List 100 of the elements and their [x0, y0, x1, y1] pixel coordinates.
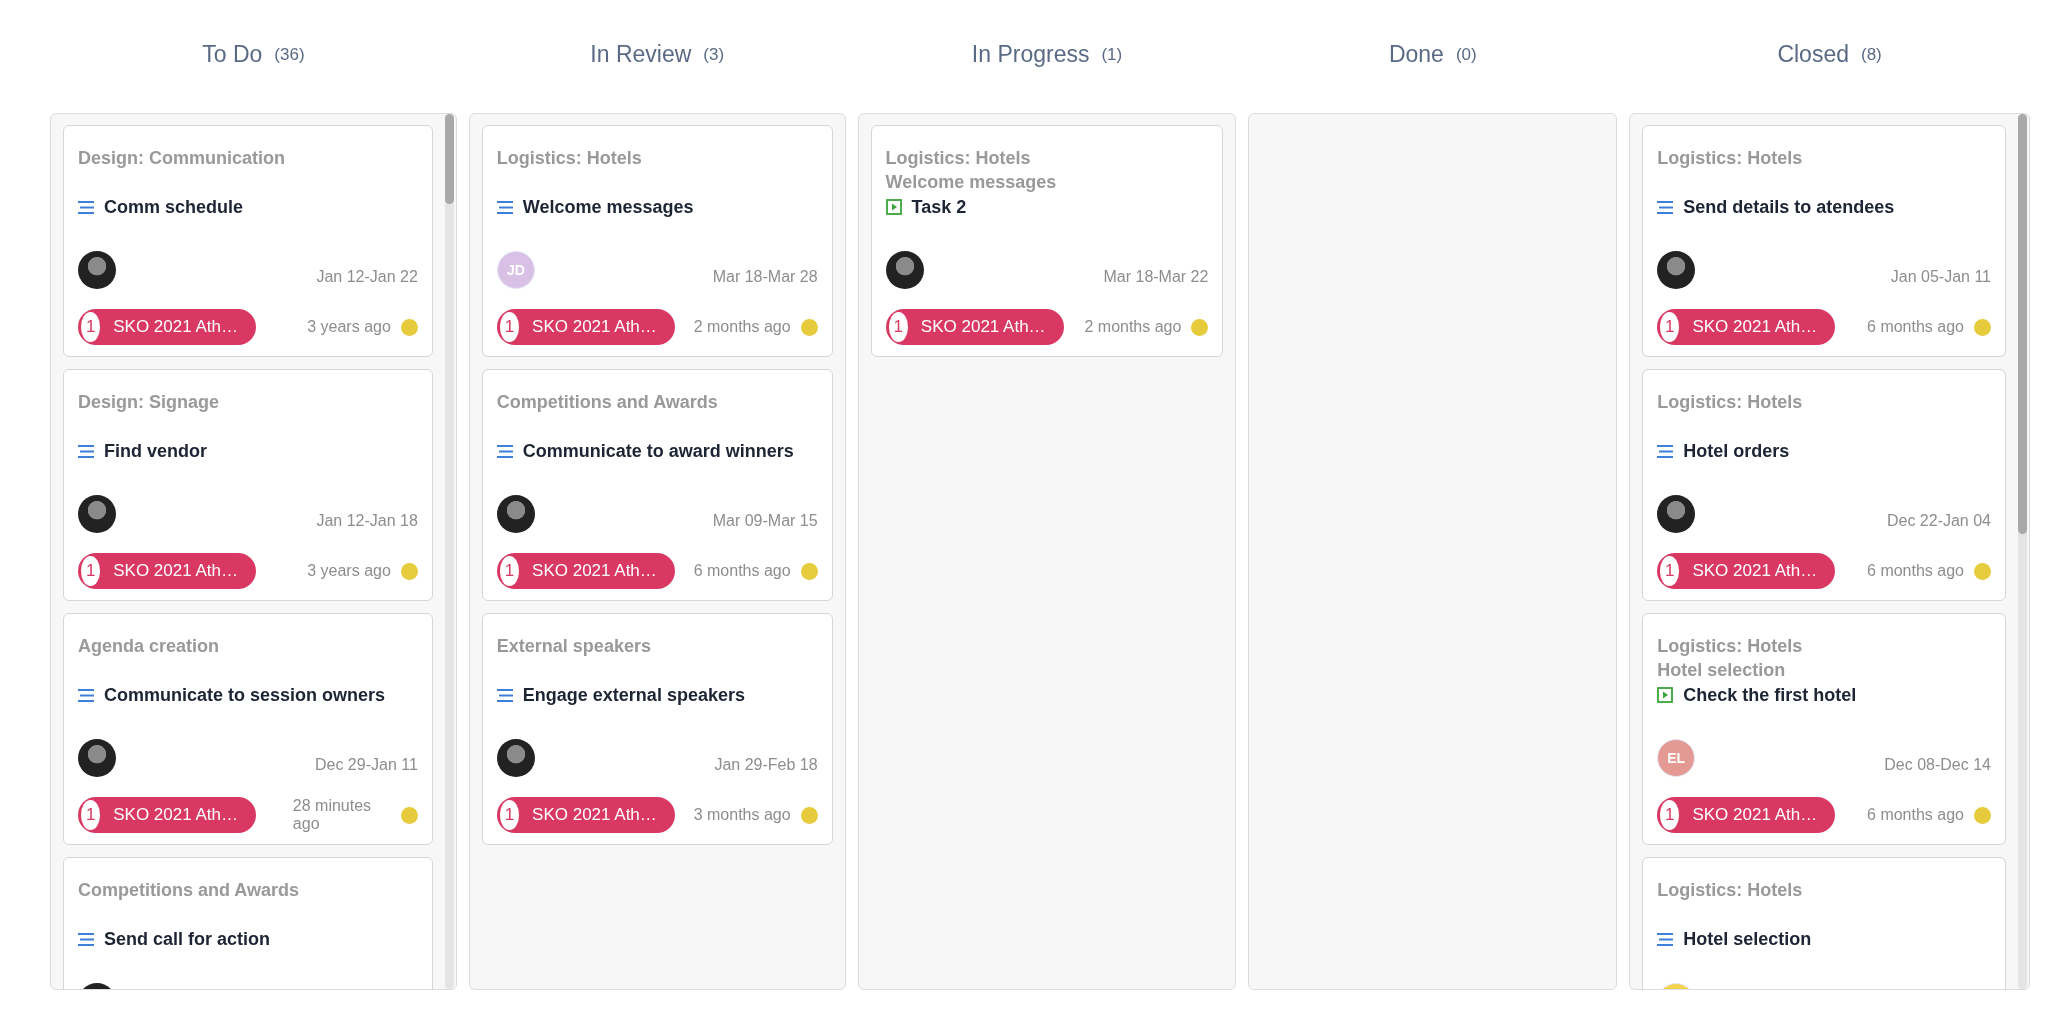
project-tag[interactable]: 1 SKO 2021 Ath… — [1657, 553, 1836, 589]
date-range: Dec 29-Jan 11 — [314, 756, 418, 775]
project-tag[interactable]: 1 SKO 2021 Ath… — [1657, 309, 1836, 345]
task-title: Check the first hotel — [1683, 684, 1857, 706]
column-count: (36) — [274, 44, 305, 65]
status-dot — [800, 318, 818, 336]
project-tag[interactable]: 1 SKO 2021 Ath… — [1657, 797, 1836, 833]
date-range: Mar 18-Mar 28 — [712, 268, 818, 287]
task-card[interactable]: Competitions and Awards Communicate to award winners Mar 09-Mar 15 1 SKO 2021 Ath… 6 months ago — [481, 369, 833, 601]
group-label: Competitions and Awards — [78, 879, 301, 902]
list-icon — [78, 444, 94, 458]
task-card[interactable]: Design: Communication Comm schedule Jan 12-Jan 22 1 SKO 2021 Ath… 3 years ago — [63, 125, 433, 357]
column-count: (8) — [1861, 44, 1882, 65]
column-count: (1) — [1101, 44, 1123, 65]
date-range: Jan 12-Jan 22 — [316, 268, 418, 287]
project-tag[interactable]: 1 SKO 2021 Ath… — [496, 309, 675, 345]
task-card[interactable]: Logistics: Hotels Welcome messages Task 2 Mar 18-Mar 22 1 SKO 2021 Ath… 2 months ago — [870, 125, 1224, 357]
tag-count: 1 — [499, 556, 520, 586]
date-range: Mar 18-Mar 22 — [1103, 268, 1209, 287]
date-range: Jan 05-Jan 11 — [1890, 268, 1991, 287]
status-dot — [400, 806, 418, 824]
list-icon — [1657, 932, 1674, 946]
task-card[interactable]: Design: Signage Find vendor Jan 12-Jan 18 1 SKO 2021 Ath… 3 years ago — [63, 369, 433, 601]
status-dot — [800, 562, 818, 580]
tag-count: 1 — [81, 312, 101, 342]
group-label: Hotel selection — [1657, 659, 1787, 682]
column-title: Closed — [1777, 41, 1849, 68]
status-dot — [1974, 318, 1991, 336]
task-card[interactable]: Logistics: Hotels Welcome messages JD Mar 18-Mar 28 1 SKO 2021 Ath… 2 months ago — [481, 125, 833, 357]
scrollbar[interactable] — [444, 114, 454, 989]
tag-count: 1 — [499, 312, 520, 342]
status-dot — [1974, 562, 1991, 580]
list-icon — [496, 200, 513, 214]
task-card[interactable]: Competitions and Awards Send call for action — [63, 857, 433, 989]
avatar-placeholder — [496, 739, 535, 777]
status-dot — [1191, 318, 1209, 336]
group-label: Welcome messages — [885, 171, 1058, 194]
task-title: Hotel selection — [1683, 928, 1812, 950]
scrollbar[interactable] — [2018, 114, 2027, 989]
task-title: Find vendor — [104, 440, 207, 462]
project-tag[interactable]: 1 SKO 2021 Ath… — [496, 797, 675, 833]
updated-time: 2 months ago — [1084, 318, 1182, 336]
list-icon — [78, 932, 94, 946]
avatar-placeholder — [1657, 495, 1696, 533]
task-title: Welcome messages — [522, 196, 694, 218]
project-tag[interactable]: 1 SKO 2021 Ath… — [496, 553, 675, 589]
subtask-icon — [1657, 687, 1674, 703]
updated-time: 3 years ago — [307, 562, 391, 580]
group-label: Logistics: Hotels — [885, 147, 1032, 170]
status-dot — [1974, 806, 1991, 824]
avatar-placeholder — [1657, 251, 1696, 289]
date-range: Jan 12-Jan 18 — [316, 512, 418, 531]
task-card[interactable]: Logistics: Hotels Hotel selection — [1642, 857, 2006, 989]
group-label: Agenda creation — [78, 635, 221, 658]
list-icon — [496, 688, 513, 702]
avatar-placeholder — [885, 251, 924, 289]
task-card[interactable]: Agenda creation Communicate to session owners Dec 29-Jan 11 1 SKO 2021 Ath… 28 minutes ago — [63, 613, 433, 845]
date-range: Dec 22-Jan 04 — [1886, 512, 1991, 531]
tag-label: SKO 2021 Ath… — [920, 317, 1046, 337]
avatar-placeholder — [78, 495, 116, 533]
avatar-placeholder — [78, 251, 116, 289]
column-title: Done — [1388, 41, 1444, 68]
task-title: Engage external speakers — [522, 684, 745, 706]
group-label: Design: Communication — [78, 147, 286, 170]
project-tag[interactable]: 1 SKO 2021 Ath… — [78, 797, 256, 833]
group-label: Competitions and Awards — [496, 391, 719, 414]
tag-count: 1 — [1660, 556, 1680, 586]
tag-label: SKO 2021 Ath… — [532, 317, 657, 337]
status-dot — [400, 318, 418, 336]
tag-count: 1 — [499, 800, 520, 830]
project-tag[interactable]: 1 SKO 2021 Ath… — [78, 553, 256, 589]
date-range: Jan 29-Feb 18 — [714, 756, 818, 775]
task-card[interactable]: External speakers Engage external speakers Jan 29-Feb 18 1 SKO 2021 Ath… 3 months ago — [481, 613, 833, 845]
tag-label: SKO 2021 Ath… — [1692, 317, 1818, 337]
scrollbar-thumb[interactable] — [2018, 114, 2027, 534]
task-title: Hotel orders — [1683, 440, 1790, 462]
project-tag[interactable]: 1 SKO 2021 Ath… — [885, 309, 1064, 345]
column-title: In Progress — [971, 41, 1090, 68]
tag-count: 1 — [888, 312, 908, 342]
task-title: Communicate to session owners — [104, 684, 386, 706]
updated-time: 28 minutes ago — [292, 797, 373, 833]
tag-label: SKO 2021 Ath… — [113, 561, 238, 581]
tag-count: 1 — [81, 800, 101, 830]
avatar: EL — [1657, 739, 1696, 777]
task-card[interactable]: Logistics: Hotels Hotel orders Dec 22-Jan 04 1 SKO 2021 Ath… 6 months ago — [1642, 369, 2006, 601]
date-range: Dec 08-Dec 14 — [1884, 756, 1991, 775]
task-title: Send details to atendees — [1683, 196, 1895, 218]
scrollbar-thumb[interactable] — [444, 114, 454, 204]
group-label: Logistics: Hotels — [1657, 635, 1804, 658]
project-tag[interactable]: 1 SKO 2021 Ath… — [78, 309, 256, 345]
tag-label: SKO 2021 Ath… — [1692, 805, 1818, 825]
task-card[interactable]: Logistics: Hotels Send details to atendees Jan 05-Jan 11 1 SKO 2021 Ath… 6 months ago — [1642, 125, 2006, 357]
date-range: Mar 09-Mar 15 — [712, 512, 818, 531]
column-title: To Do — [202, 41, 263, 68]
tag-label: SKO 2021 Ath… — [532, 561, 657, 581]
task-card[interactable]: Logistics: Hotels Hotel selection Check the first hotel EL Dec 08-Dec 14 1 SKO 2021 Ath… 6 months ago — [1642, 613, 2006, 845]
task-title: Comm schedule — [104, 196, 244, 218]
column-title: In Review — [590, 41, 692, 68]
list-icon — [496, 444, 513, 458]
list-icon — [78, 688, 94, 702]
